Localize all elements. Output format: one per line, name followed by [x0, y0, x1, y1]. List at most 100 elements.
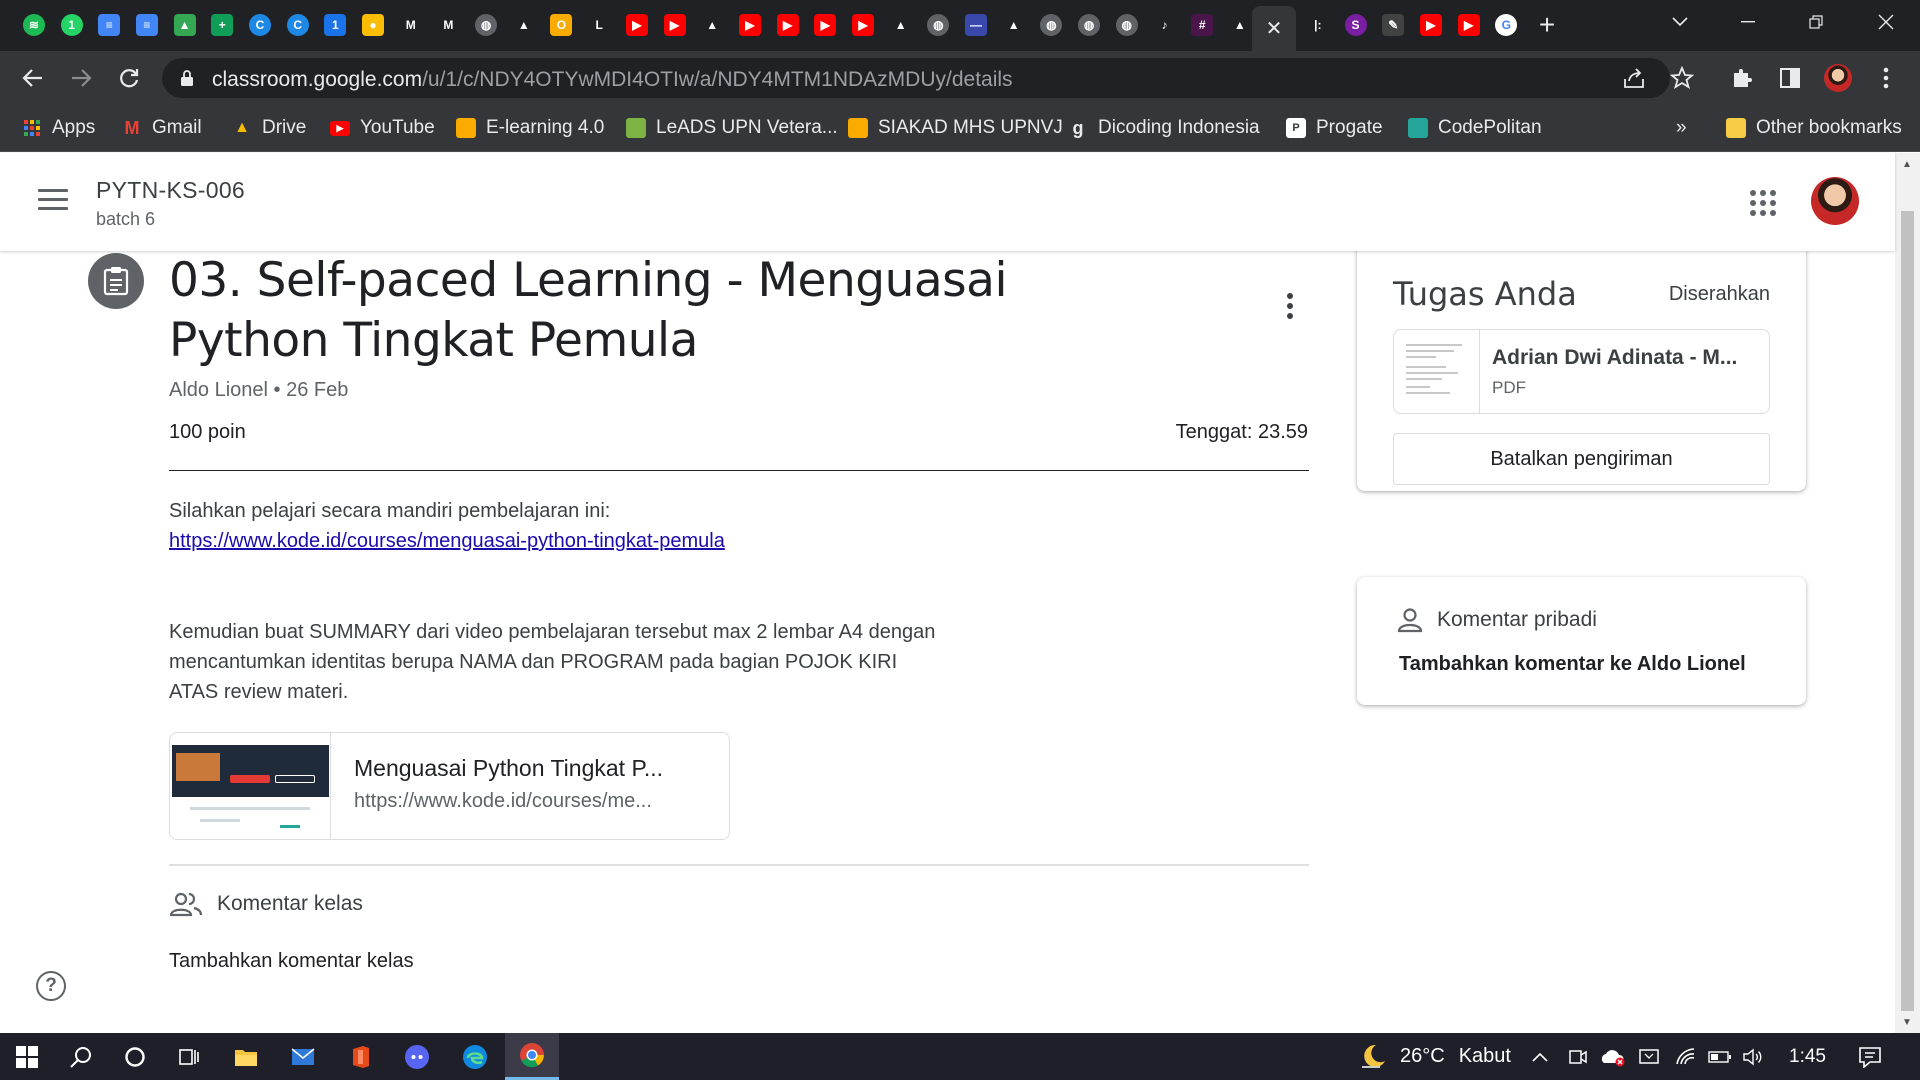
tab[interactable]: ▶ [659, 11, 691, 39]
tab[interactable]: ◍ [923, 11, 955, 39]
tab[interactable]: + [206, 11, 238, 39]
profile-avatar[interactable] [1824, 64, 1852, 92]
tab[interactable]: — [960, 11, 992, 39]
add-private-comment-button[interactable]: Tambahkan komentar ke Aldo Lionel [1399, 653, 1746, 676]
tab[interactable]: 1 [56, 11, 88, 39]
tab[interactable]: M [433, 11, 465, 39]
office-button[interactable] [334, 1033, 388, 1080]
url-text[interactable]: classroom.google.com/u/1/c/NDY4OTYwMDI4O… [212, 68, 1013, 92]
tab[interactable]: ▶ [1415, 11, 1447, 39]
bookmark-star-icon[interactable] [1668, 64, 1696, 92]
tab[interactable]: ● [357, 11, 389, 39]
scroll-down-icon[interactable]: ▼ [1902, 1017, 1912, 1028]
minimize-button[interactable] [1714, 0, 1782, 44]
notification-center-icon[interactable] [1858, 1033, 1882, 1080]
bookmark-item[interactable]: P Progate [1286, 114, 1383, 142]
tab[interactable]: ▲ [696, 11, 728, 39]
bookmark-item[interactable]: ▶ YouTube [330, 114, 435, 142]
tab[interactable]: G [1490, 11, 1522, 39]
tab[interactable]: ▶ [772, 11, 804, 39]
tab[interactable]: ▲ [169, 11, 201, 39]
start-button[interactable] [0, 1033, 54, 1080]
active-tab[interactable]: ✕ [1252, 6, 1296, 51]
clock[interactable]: 1:45 [1789, 1033, 1826, 1080]
tab[interactable]: ▶ [847, 11, 879, 39]
bookmark-item[interactable]: SIAKAD MHS UPNVJ [848, 114, 1063, 142]
google-apps-icon[interactable] [1750, 190, 1776, 216]
bookmark-item[interactable]: ▲ Drive [232, 114, 306, 142]
tab[interactable]: ▲ [998, 11, 1030, 39]
lock-icon[interactable] [180, 69, 194, 87]
tab[interactable]: # [1186, 11, 1218, 39]
account-avatar[interactable] [1811, 177, 1859, 225]
address-bar[interactable]: classroom.google.com/u/1/c/NDY4OTYwMDI4O… [162, 58, 1670, 98]
unsubmit-button[interactable]: Batalkan pengiriman [1393, 433, 1770, 485]
search-button[interactable] [54, 1033, 108, 1080]
tab[interactable]: ✎ [1377, 11, 1409, 39]
scrollbar-thumb[interactable] [1901, 211, 1914, 1011]
restore-button[interactable] [1782, 0, 1850, 44]
bookmarks-overflow-button[interactable]: » [1676, 114, 1687, 142]
tab[interactable]: 1 [320, 11, 352, 39]
share-icon[interactable] [1620, 64, 1648, 92]
bookmark-item[interactable]: g Dicoding Indonesia [1068, 114, 1260, 142]
class-name[interactable]: PYTN-KS-006 [96, 177, 245, 204]
file-explorer-button[interactable] [219, 1033, 273, 1080]
meet-now-icon[interactable] [1568, 1033, 1588, 1080]
tab[interactable]: ▲ [885, 11, 917, 39]
tab[interactable]: C [282, 11, 314, 39]
tab[interactable]: C [244, 11, 276, 39]
tab[interactable]: ▶ [1453, 11, 1485, 39]
course-link[interactable]: https://www.kode.id/courses/menguasai-py… [169, 530, 725, 552]
tab[interactable]: ▲ [1224, 11, 1256, 39]
tab[interactable]: ♪ [1149, 11, 1181, 39]
tab[interactable]: L [583, 11, 615, 39]
tray-chevron-up-icon[interactable] [1532, 1033, 1548, 1080]
close-tab-icon[interactable]: ✕ [1266, 16, 1283, 41]
tab[interactable]: ≡ [93, 11, 125, 39]
tab[interactable]: ◍ [1036, 11, 1068, 39]
bookmark-item[interactable]: LeADS UPN Vetera... [626, 114, 838, 142]
tab[interactable]: ▶ [809, 11, 841, 39]
tab[interactable]: ◍ [470, 11, 502, 39]
chrome-menu-icon[interactable] [1872, 64, 1900, 92]
submitted-file-card[interactable]: Adrian Dwi Adinata - M... PDF [1393, 329, 1770, 414]
tab[interactable]: ◍ [1073, 11, 1105, 39]
reload-button[interactable] [112, 61, 146, 95]
bookmark-item[interactable]: CodePolitan [1408, 114, 1542, 142]
close-window-button[interactable] [1852, 0, 1920, 44]
mail-button[interactable] [276, 1033, 330, 1080]
back-button[interactable] [16, 61, 50, 95]
tab[interactable]: ≡ [131, 11, 163, 39]
add-class-comment-button[interactable]: Tambahkan komentar kelas [169, 950, 414, 973]
tab[interactable]: M [395, 11, 427, 39]
page-scrollbar[interactable]: ▲ ▼ [1895, 153, 1920, 1033]
display-icon[interactable] [1638, 1033, 1660, 1080]
bookmark-item[interactable]: E-learning 4.0 [456, 114, 604, 142]
onedrive-error-icon[interactable] [1600, 1033, 1626, 1080]
side-panel-icon[interactable] [1776, 64, 1804, 92]
chrome-taskbar-button[interactable] [505, 1033, 559, 1080]
wifi-icon[interactable] [1674, 1033, 1696, 1080]
forward-button[interactable] [64, 61, 98, 95]
task-view-button[interactable] [162, 1033, 216, 1080]
cortana-button[interactable] [108, 1033, 162, 1080]
tab[interactable]: |: [1302, 11, 1334, 39]
material-link-card[interactable]: Menguasai Python Tingkat P... https://ww… [169, 732, 730, 840]
tab[interactable]: ◍ [1111, 11, 1143, 39]
more-options-icon[interactable] [1280, 293, 1300, 323]
bookmark-item[interactable]: M Gmail [122, 114, 202, 142]
tab-search-button[interactable] [1646, 0, 1714, 44]
tab[interactable]: ≋ [18, 11, 50, 39]
tab[interactable]: O [546, 11, 578, 39]
discord-button[interactable] [390, 1033, 444, 1080]
tab[interactable]: ▶ [734, 11, 766, 39]
bookmark-item[interactable]: Apps [22, 114, 95, 142]
extensions-icon[interactable] [1728, 64, 1756, 92]
weather-widget[interactable]: 26°C Kabut [1358, 1033, 1511, 1080]
new-tab-button[interactable]: + [1532, 10, 1562, 40]
tab[interactable]: ▲ [508, 11, 540, 39]
scroll-up-icon[interactable]: ▲ [1902, 159, 1912, 170]
edge-button[interactable] [448, 1033, 502, 1080]
other-bookmarks-folder[interactable]: Other bookmarks [1726, 114, 1902, 142]
